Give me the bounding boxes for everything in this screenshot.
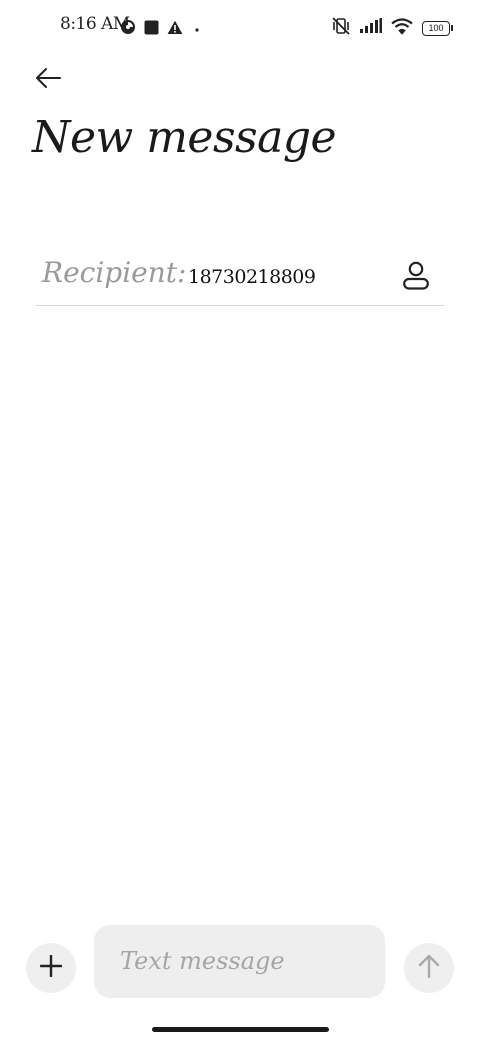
wifi-icon	[391, 17, 413, 39]
square-notification-icon	[144, 20, 159, 39]
recipient-label: Recipient:	[42, 256, 187, 289]
recipient-input[interactable]	[188, 262, 388, 292]
arrow-left-icon	[34, 67, 62, 93]
signal-icon	[360, 18, 382, 38]
recipient-row: Recipient:	[36, 250, 444, 306]
message-box	[94, 925, 385, 998]
dot-icon	[191, 20, 203, 39]
vpn-key-icon	[120, 19, 136, 39]
home-indicator[interactable]	[152, 1027, 329, 1032]
status-bar: 8:16 AM 100	[0, 0, 480, 56]
contact-picker-button[interactable]	[400, 260, 432, 296]
send-button[interactable]	[404, 943, 454, 993]
message-input[interactable]	[120, 943, 370, 979]
status-right-icons: 100	[331, 17, 453, 39]
vibrate-mute-icon	[331, 17, 351, 39]
status-left-icons	[120, 19, 203, 39]
arrow-up-icon	[417, 953, 441, 983]
warning-icon	[167, 20, 183, 39]
page-title: New message	[32, 112, 337, 163]
back-button[interactable]	[26, 60, 70, 100]
person-icon	[402, 261, 430, 295]
plus-icon	[39, 954, 63, 981]
battery-icon: 100	[422, 20, 453, 36]
attach-button[interactable]	[26, 943, 76, 993]
